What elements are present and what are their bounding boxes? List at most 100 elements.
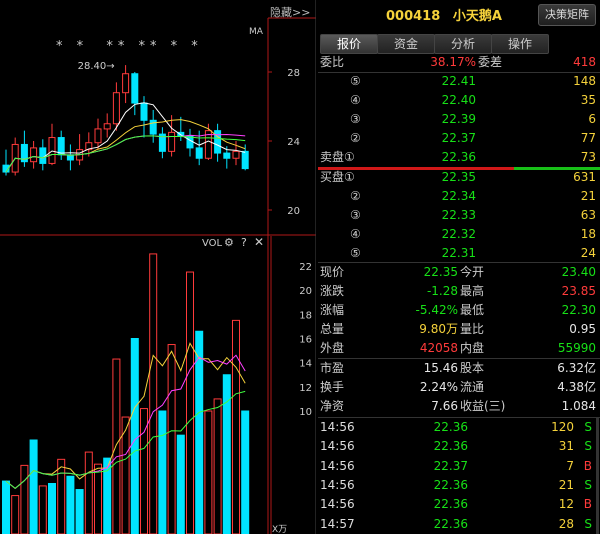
sell-level-row[interactable]: ② 22.37 77 [318,129,600,148]
quote-value: 23.40 [561,265,596,279]
sell-level-row[interactable]: 卖盘① 22.36 73 [318,148,600,167]
tick-scrollbar[interactable] [596,418,599,534]
vol-axis-label: 14 [299,359,312,370]
quote-value: 9.80万 [419,322,458,336]
candle-body [140,102,148,121]
sell-price: 22.37 [441,131,476,145]
fundamental-label: 净资 [320,399,345,413]
tick-row[interactable]: 14:57 22.36 28 S [318,515,600,534]
kline-chart[interactable]: 28 24 20 MA * * ** ** * * 28.40→ VOL ⚙? ✕ 22 20 18 1… [0,0,316,534]
volume-bar [20,464,29,534]
sell-price: 22.39 [441,112,476,126]
buy-level-row[interactable]: ④ 22.32 18 [318,225,600,244]
tick-volume: 12 [558,497,574,512]
candle-body [232,150,240,159]
tick-row[interactable]: 14:56 22.37 7 B [318,457,600,476]
candle-body [39,147,47,164]
quote-label: 最低 [460,303,485,317]
signal-stars: * * ** ** * * [56,39,203,54]
vol-axis-label: 22 [299,262,312,273]
candle-body [131,73,139,104]
candle-body [195,147,203,159]
tick-row[interactable]: 14:56 22.36 31 S [318,437,600,456]
quote-label: 涨幅 [320,303,345,317]
quote-label: 外盘 [320,341,345,355]
buy-price: 22.33 [441,208,476,222]
tick-price: 22.37 [433,458,468,473]
fundamental-row: 换手 2.24% 流通 4.38亿 [318,378,600,397]
fundamental-value: 4.38亿 [557,380,596,394]
gear-icon[interactable]: ⚙ [224,236,234,249]
tab-funds[interactable]: 资金 [377,34,435,54]
fundamental-row: 市盈 15.46 股本 6.32亿 [318,359,600,378]
tab-analysis[interactable]: 分析 [434,34,492,54]
buy-price: 22.35 [441,170,476,184]
buy-level-label: ⑤ [350,246,361,260]
sell-level-row[interactable]: ④ 22.40 35 [318,91,600,110]
tick-row[interactable]: 14:56 22.36 12 B [318,495,600,514]
weicha-value: 418 [573,55,596,69]
volume-bar [167,344,176,534]
tab-quote[interactable]: 报价 [320,34,378,54]
candle-body [103,123,111,130]
price-axis-label: 20 [287,206,300,217]
sell-level-label: ② [350,131,361,145]
buy-level-label: ③ [350,208,361,222]
close-icon[interactable]: ✕ [254,235,264,249]
fundamental-value: 15.46 [423,361,458,375]
sell-volume: 148 [573,74,596,88]
volume-bar [84,451,93,534]
volume-bar [213,398,222,534]
buy-level-row[interactable]: ② 22.34 21 [318,187,600,206]
vol-unit-label: X万 [272,525,287,534]
chart-area[interactable]: 隐藏>> 28 24 20 MA * * ** ** * * 28.40→ VOL ⚙? ✕ 22… [0,0,316,534]
quote-row: 涨幅 -5.42% 最低 22.30 [318,301,600,320]
tick-row[interactable]: 14:56 22.36 120 S [318,418,600,437]
volume-bar [158,410,167,534]
weibi-row: 委比 38.17% 委差 418 [318,53,600,72]
volume-bar [94,463,102,534]
quote-value: -5.42% [415,303,458,317]
price-axis-label: 24 [287,137,300,148]
tab-operate[interactable]: 操作 [491,34,549,54]
tick-time: 14:56 [320,420,355,434]
buy-strength-bar [514,167,600,170]
quote-value: 22.35 [423,265,458,279]
volume-bar [112,358,121,534]
tick-time: 14:57 [320,516,355,531]
sell-level-row[interactable]: ⑤ 22.41 148 [318,72,600,91]
tick-time: 14:56 [320,439,355,454]
tick-side: B [583,458,592,473]
fundamental-label: 换手 [320,380,345,394]
weibi-value: 38.17% [430,55,476,69]
volume-bar [48,483,56,534]
volume-bar [2,480,10,534]
sell-level-row[interactable]: ③ 22.39 6 [318,110,600,129]
quote-value: 22.30 [561,303,596,317]
tick-volume: 7 [566,458,574,473]
sell-volume: 6 [588,112,596,126]
tick-row[interactable]: 14:56 22.36 21 S [318,476,600,495]
buy-level-label: 买盘① [320,170,355,184]
buy-volume: 24 [580,246,596,260]
buy-level-row[interactable]: ③ 22.33 63 [318,206,600,225]
buy-level-row[interactable]: 买盘① 22.35 631 [318,168,600,187]
volume-bar [186,271,194,534]
buy-volume: 21 [580,189,596,203]
fundamental-label: 流通 [460,380,485,394]
fundamental-value: 6.32亿 [557,361,596,375]
decision-matrix-button[interactable]: 决策矩阵 [538,4,596,26]
buy-level-row[interactable]: ⑤ 22.31 24 [318,244,600,263]
fundamental-label: 股本 [460,361,485,375]
tick-volume: 21 [558,477,574,492]
help-icon[interactable]: ? [241,236,247,249]
buy-level-label: ④ [350,227,361,241]
quote-row: 总量 9.80万 量比 0.95 [318,320,600,339]
tick-price: 22.36 [433,439,468,454]
fundamental-row: 净资 7.66 收益(三) 1.084 [318,397,600,416]
candle-body [168,131,176,152]
tick-time: 14:56 [320,497,355,512]
volume-bar [75,489,84,534]
fundamental-value: 7.66 [431,399,458,413]
candle-body [112,92,120,125]
